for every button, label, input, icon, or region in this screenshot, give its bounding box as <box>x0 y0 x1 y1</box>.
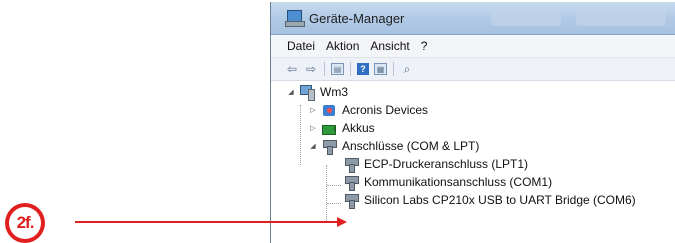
expanded-triangle-icon[interactable]: ◢ <box>287 88 295 96</box>
port-icon <box>343 193 359 209</box>
tree-node-label: ECP-Druckeranschluss (LPT1) <box>364 157 529 171</box>
device-manager-icon <box>285 10 305 27</box>
blurred-region <box>491 8 561 26</box>
port-icon <box>321 139 337 155</box>
tree-node-label: Anschlüsse (COM & LPT) <box>342 139 480 153</box>
computer-icon <box>299 84 315 101</box>
battery-icon <box>321 121 337 136</box>
port-icon <box>343 175 359 191</box>
acronis-icon <box>321 103 337 118</box>
scan-hardware-icon[interactable]: ⌕ <box>400 62 414 76</box>
tree-line <box>300 105 301 165</box>
tree-node-label: Akkus <box>342 121 375 135</box>
tree-node-ports[interactable]: ◢ Anschlüsse (COM & LPT) <box>309 137 479 155</box>
port-icon <box>343 157 359 173</box>
expanded-triangle-icon[interactable]: ◢ <box>309 142 317 150</box>
blurred-region <box>576 8 666 26</box>
help-icon[interactable]: ? <box>357 63 369 75</box>
collapsed-triangle-icon[interactable]: ▷ <box>309 124 317 132</box>
forward-arrow-icon[interactable]: ⇨ <box>304 62 318 76</box>
tree-node-label: Silicon Labs CP210x USB to UART Bridge (… <box>364 193 636 207</box>
tree-line <box>327 203 341 204</box>
window-title: Geräte-Manager <box>309 10 405 26</box>
menu-ansicht[interactable]: Ansicht <box>370 39 409 53</box>
toolbar-separator <box>324 62 325 76</box>
toolbar-separator <box>350 62 351 76</box>
tree-node-label: Acronis Devices <box>342 103 429 117</box>
tree-node-com6[interactable]: Silicon Labs CP210x USB to UART Bridge (… <box>343 191 636 209</box>
title-bar[interactable]: Geräte-Manager <box>271 2 675 35</box>
menu-datei[interactable]: Datei <box>287 39 315 53</box>
pointer-arrow-icon <box>75 217 347 227</box>
device-manager-window: Geräte-Manager Datei Aktion Ansicht ? ⇦ … <box>270 2 675 243</box>
menu-help[interactable]: ? <box>421 39 428 53</box>
tree-node-lpt1[interactable]: ECP-Druckeranschluss (LPT1) <box>343 155 528 173</box>
tree-node-com1[interactable]: Kommunikationsanschluss (COM1) <box>343 173 552 191</box>
back-arrow-icon[interactable]: ⇦ <box>285 62 299 76</box>
step-badge: 2f. <box>5 203 45 243</box>
tree-node-root[interactable]: ◢ Wm3 <box>287 83 348 101</box>
menu-aktion[interactable]: Aktion <box>326 39 359 53</box>
collapsed-triangle-icon[interactable]: ▷ <box>309 106 317 114</box>
tree-node-acronis[interactable]: ▷ Acronis Devices <box>309 101 428 119</box>
menu-bar: Datei Aktion Ansicht ? <box>271 35 675 58</box>
tree-line <box>327 185 341 186</box>
step-label: 2f. <box>9 207 41 239</box>
view-icon[interactable]: ▦ <box>374 63 387 75</box>
tree-line <box>326 165 327 221</box>
toolbar-separator <box>393 62 394 76</box>
tree-node-akkus[interactable]: ▷ Akkus <box>309 119 375 137</box>
tree-node-label: Wm3 <box>320 85 348 99</box>
properties-icon[interactable]: ▤ <box>331 63 344 75</box>
tree-node-label: Kommunikationsanschluss (COM1) <box>364 175 553 189</box>
toolbar: ⇦ ⇨ ▤ ? ▦ ⌕ <box>271 58 675 81</box>
